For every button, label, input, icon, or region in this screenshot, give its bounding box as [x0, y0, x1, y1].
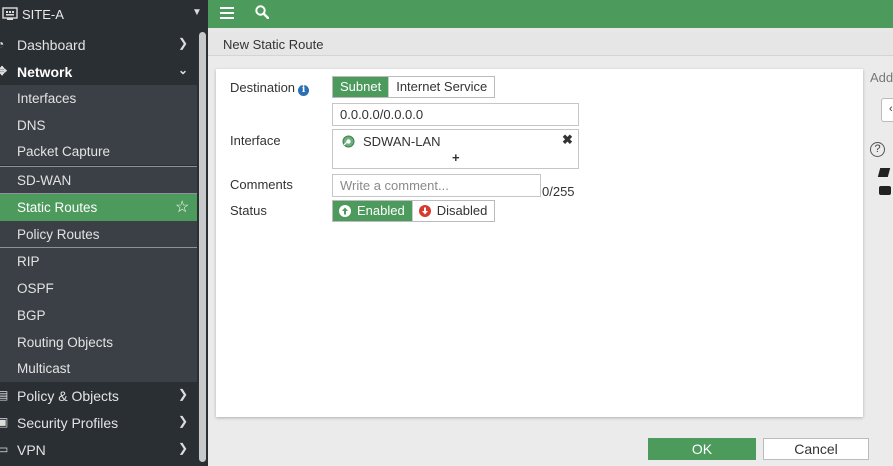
subnet-input[interactable]: 0.0.0.0/0.0.0.0 — [332, 103, 579, 126]
interface-chip: SDWAN-LAN — [342, 134, 441, 149]
page-title: New Static Route — [223, 37, 324, 52]
cancel-button[interactable]: Cancel — [763, 438, 869, 460]
form-card: Destination i Subnet Internet Service 0.0… — [216, 69, 863, 417]
sidebar-scrollbar[interactable] — [197, 28, 208, 466]
sidebar-item-rip[interactable]: RIP — [0, 248, 197, 275]
star-icon[interactable]: ☆ — [175, 197, 189, 217]
interface-selector[interactable]: SDWAN-LAN ✖ + — [332, 129, 579, 169]
chevron-right-icon: ❯ — [178, 387, 189, 401]
device-icon — [2, 7, 18, 20]
comments-char-count: 0/255 — [542, 184, 575, 199]
page-title-bar: New Static Route — [208, 32, 893, 56]
hamburger-menu-icon[interactable] — [220, 7, 234, 19]
destination-label-text: Destination — [230, 80, 296, 95]
video-icon[interactable] — [879, 186, 891, 195]
sidebar-item-label: Packet Capture — [17, 144, 111, 159]
scrollbar-thumb[interactable] — [199, 32, 206, 462]
sidebar-item-label: OSPF — [17, 281, 54, 296]
device-name: SITE-A — [22, 6, 64, 22]
status-enabled-label: Enabled — [357, 203, 405, 218]
sidebar-item-policy-routes[interactable]: Policy Routes — [0, 221, 197, 248]
comments-label: Comments — [230, 177, 293, 192]
chevron-down-icon: ⌄ — [178, 63, 189, 77]
internet-service-option[interactable]: Internet Service — [389, 77, 495, 97]
chevron-right-icon: ❯ — [178, 414, 189, 428]
sidebar-item-sd-wan[interactable]: SD-WAN — [0, 167, 197, 194]
sidebar-item-dns[interactable]: DNS — [0, 112, 197, 139]
status-disabled-option[interactable]: Disabled — [412, 201, 495, 221]
sidebar-item-dashboard[interactable]: ◔ Dashboard ❯ — [0, 31, 197, 58]
sidebar-item-routing-objects[interactable]: Routing Objects — [0, 329, 197, 356]
sidebar-item-packet-capture[interactable]: Packet Capture — [0, 138, 197, 165]
chevron-down-icon[interactable]: ▼ — [192, 7, 202, 18]
sidebar-item-label: Routing Objects — [17, 335, 114, 350]
chevron-right-icon: ❯ — [178, 441, 189, 455]
sidebar-item-static-routes[interactable]: Static Routes ☆ — [0, 194, 197, 221]
ok-button[interactable]: OK — [648, 438, 756, 460]
status-toggle: Enabled Disabled — [332, 200, 496, 222]
top-bar — [208, 0, 893, 28]
dashboard-icon: ◔ — [0, 37, 5, 51]
sidebar-item-multicast[interactable]: Multicast — [0, 355, 197, 382]
sidebar-header[interactable]: SITE-A ▼ — [0, 0, 208, 28]
chevron-left-icon: ‹ — [889, 103, 893, 115]
policy-icon: ▤ — [0, 388, 9, 402]
chevron-right-icon: ❯ — [178, 36, 189, 50]
sidebar-item-security-profiles[interactable]: ▣ Security Profiles ❯ — [0, 409, 197, 436]
add-interface-icon[interactable]: + — [452, 150, 460, 165]
sidebar-item-label: Network — [17, 63, 73, 80]
subnet-option[interactable]: Subnet — [333, 77, 390, 97]
side-panel-add-text: Add — [870, 70, 893, 85]
help-icon[interactable]: ? — [870, 142, 885, 157]
sidebar-item-label: Interfaces — [17, 91, 77, 106]
sidebar-item-ospf[interactable]: OSPF — [0, 275, 197, 302]
network-icon: ✥ — [0, 64, 8, 78]
sidebar-item-network[interactable]: ✥ Network ⌄ — [0, 58, 197, 85]
vpn-icon: ▭ — [0, 442, 9, 456]
arrow-down-circle-icon — [418, 205, 431, 217]
sidebar-item-vpn[interactable]: ▭ VPN ❯ — [0, 436, 197, 463]
sidebar-item-label: VPN — [17, 441, 46, 458]
sidebar-item-label: BGP — [17, 308, 46, 323]
side-panel-collapse-button[interactable]: ‹ — [881, 98, 893, 122]
interface-label: Interface — [230, 133, 281, 148]
sidebar-item-label: RIP — [17, 254, 40, 269]
status-label: Status — [230, 203, 267, 218]
arrow-up-circle-icon — [339, 205, 351, 217]
sidebar-item-label: Multicast — [17, 361, 71, 376]
sidebar-item-label: Static Routes — [17, 200, 98, 215]
sidebar: SITE-A ▼ ◔ Dashboard ❯ ✥ Network ⌄ Inter… — [0, 0, 208, 466]
sidebar-item-label: Policy Routes — [17, 227, 100, 242]
sidebar-item-label: Security Profiles — [17, 414, 119, 431]
status-enabled-option[interactable]: Enabled — [333, 201, 413, 221]
remove-interface-icon[interactable]: ✖ — [562, 132, 573, 148]
destination-type-toggle: Subnet Internet Service — [332, 76, 496, 98]
comments-field[interactable] — [332, 174, 541, 197]
main-content: Destination i Subnet Internet Service 0.0… — [208, 56, 893, 466]
subnet-value: 0.0.0.0/0.0.0.0 — [340, 107, 424, 122]
destination-label: Destination i — [230, 80, 310, 96]
interface-name: SDWAN-LAN — [363, 134, 441, 149]
lock-icon: ▣ — [0, 415, 9, 429]
info-icon[interactable]: i — [298, 85, 310, 96]
sidebar-item-policy-objects[interactable]: ▤ Policy & Objects ❯ — [0, 382, 197, 409]
sidebar-item-label: Policy & Objects — [17, 387, 119, 404]
sidebar-item-label: SD-WAN — [17, 173, 72, 188]
sidebar-item-bgp[interactable]: BGP — [0, 302, 197, 329]
search-icon[interactable] — [255, 5, 269, 19]
sidebar-item-interfaces[interactable]: Interfaces — [0, 85, 197, 112]
sidebar-item-label: Dashboard — [17, 36, 86, 53]
sidebar-item-label: DNS — [17, 118, 46, 133]
sdwan-interface-icon — [342, 135, 355, 148]
status-disabled-label: Disabled — [436, 203, 488, 218]
